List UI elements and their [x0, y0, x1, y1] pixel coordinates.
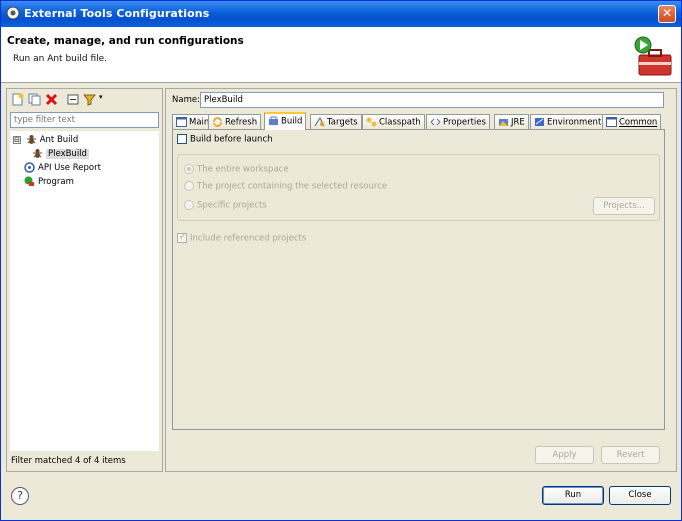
tab-label: Properties — [443, 117, 486, 128]
window-title: External Tools Configurations — [24, 7, 210, 20]
tree-item-label: Program — [38, 177, 74, 187]
radio-label: The entire workspace — [197, 164, 289, 175]
radio-button[interactable] — [184, 200, 194, 210]
filter-icon[interactable] — [83, 93, 96, 106]
apply-button[interactable]: Apply — [535, 446, 594, 464]
tab-properties[interactable]: Properties — [426, 114, 490, 129]
tab-label: Common — [619, 117, 658, 128]
filter-input[interactable] — [10, 112, 159, 128]
tree-item-label: PlexBuild — [46, 149, 89, 159]
program-icon — [24, 176, 34, 186]
tab-label: Classpath — [379, 117, 421, 128]
tree-item-label: API Use Report — [38, 163, 101, 173]
build-tab-content: Build before launch The entire workspace… — [172, 129, 665, 430]
filter-menu-chevron-icon[interactable]: ▾ — [99, 93, 103, 101]
properties-icon — [430, 117, 441, 127]
ant-icon — [26, 135, 36, 144]
toolbox-run-icon — [634, 36, 672, 76]
new-configuration-icon[interactable] — [11, 93, 24, 106]
checkmark-icon: ✓ — [179, 232, 187, 242]
name-field[interactable] — [200, 92, 664, 108]
window-close-button[interactable]: ✕ — [658, 5, 676, 23]
tab-classpath[interactable]: Classpath — [362, 114, 425, 129]
tab-targets[interactable]: Targets — [310, 114, 362, 129]
tab-environment[interactable]: Environment — [530, 114, 606, 129]
checkbox-label: Include referenced projects — [190, 233, 307, 244]
tree-item-plexbuild[interactable]: PlexBuild — [32, 148, 89, 161]
collapse-all-icon[interactable] — [67, 93, 80, 106]
checkbox-label: Build before launch — [190, 134, 273, 145]
classpath-icon — [366, 117, 377, 127]
tab-label: JRE — [511, 117, 525, 128]
tab-build[interactable]: Build — [264, 112, 307, 130]
tab-label: Targets — [327, 117, 358, 128]
checkbox-box[interactable]: ✓ — [177, 232, 187, 243]
build-before-launch-checkbox[interactable]: Build before launch — [177, 134, 273, 145]
tab-label: Environment — [547, 117, 602, 128]
tab-label: Main — [189, 117, 210, 128]
tab-label: Build — [281, 116, 303, 127]
tab-label: Refresh — [225, 117, 258, 128]
configuration-editor: Name: Main Refresh Build Targets Classpa… — [165, 88, 677, 472]
tab-common[interactable]: Common — [602, 114, 662, 129]
checkbox-box[interactable] — [177, 134, 187, 144]
jre-icon — [498, 117, 509, 127]
radio-button[interactable] — [184, 164, 194, 174]
help-icon[interactable]: ? — [11, 487, 29, 505]
radio-entire-workspace[interactable]: The entire workspace — [184, 164, 289, 175]
tree-item-program[interactable]: Program — [24, 176, 74, 189]
radio-label: The project containing the selected reso… — [197, 181, 388, 192]
run-button[interactable]: Run — [542, 486, 604, 505]
configuration-tree: ⊟ Ant Build PlexBuild API Use Report Pro… — [10, 131, 159, 451]
dialog-window: External Tools Configurations ✕ Create, … — [0, 0, 682, 521]
main-tab-icon — [176, 117, 187, 127]
api-report-icon — [24, 162, 35, 173]
tab-refresh[interactable]: Refresh — [208, 114, 262, 129]
duplicate-icon[interactable] — [28, 93, 41, 106]
configurations-panel: ▾ ⊟ Ant Build PlexBuild API Use Report — [6, 88, 163, 472]
tree-item-api-use-report[interactable]: API Use Report — [24, 162, 101, 175]
title-bar: External Tools Configurations ✕ — [1, 1, 681, 27]
build-scope-group: The entire workspace The project contain… — [177, 154, 660, 221]
build-icon — [268, 116, 279, 126]
tab-strip: Main Refresh Build Targets Classpath Pro… — [172, 112, 672, 130]
radio-project-containing-resource[interactable]: The project containing the selected reso… — [184, 181, 387, 192]
header-banner: Create, manage, and run configurations R… — [1, 27, 681, 83]
tree-item-ant-build[interactable]: ⊟ Ant Build — [13, 134, 78, 147]
collapse-expander-icon[interactable]: ⊟ — [13, 135, 21, 144]
radio-button[interactable] — [184, 181, 194, 191]
common-icon — [606, 117, 617, 127]
external-tools-icon — [6, 6, 20, 20]
delete-icon[interactable] — [45, 93, 58, 106]
radio-label: Specific projects — [197, 200, 267, 211]
revert-button[interactable]: Revert — [601, 446, 660, 464]
refresh-icon — [212, 117, 223, 127]
filter-status: Filter matched 4 of 4 items — [11, 456, 126, 466]
radio-specific-projects[interactable]: Specific projects — [184, 200, 267, 211]
include-referenced-checkbox[interactable]: ✓ Include referenced projects — [177, 232, 307, 244]
ant-icon — [33, 149, 42, 158]
banner-subtitle: Run an Ant build file. — [13, 54, 108, 64]
banner-heading: Create, manage, and run configurations — [7, 35, 244, 47]
tree-item-label: Ant Build — [39, 135, 79, 145]
projects-button[interactable]: Projects... — [593, 197, 655, 215]
environment-icon — [534, 117, 545, 127]
targets-icon — [314, 116, 325, 127]
name-label: Name: — [172, 95, 200, 105]
close-button[interactable]: Close — [609, 486, 671, 505]
tab-jre[interactable]: JRE — [494, 114, 529, 129]
